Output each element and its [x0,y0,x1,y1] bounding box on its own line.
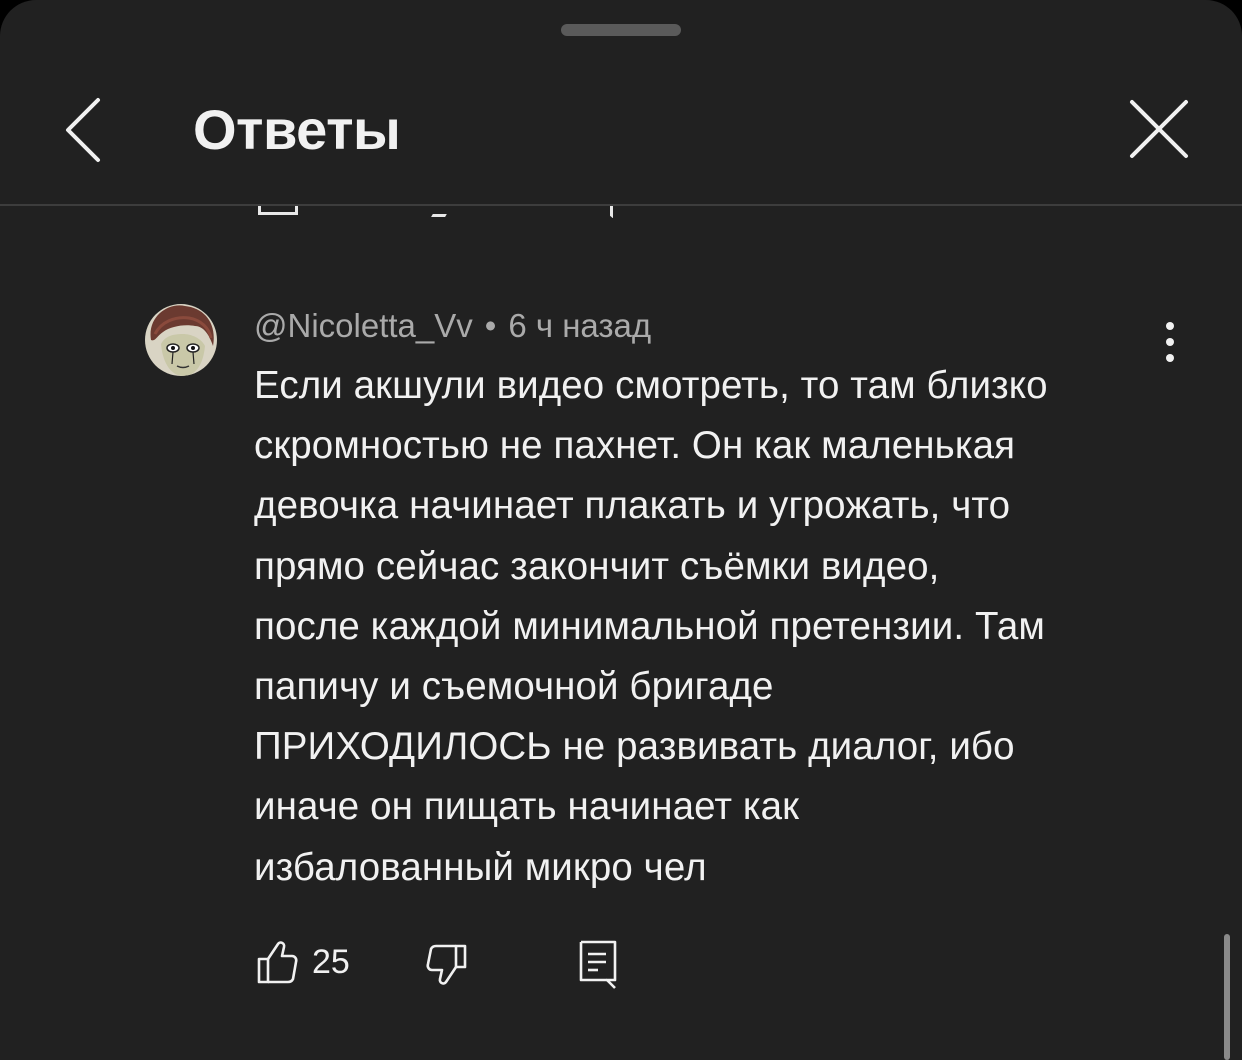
more-vertical-icon [1166,338,1174,346]
like-count: 25 [312,943,350,981]
partial-icon [598,206,613,218]
comment-meta: @Nicoletta_Vv • 6 ч назад [254,306,651,346]
comment-body: Если акшули видео смотреть, то там близк… [254,364,1048,889]
like-button[interactable] [254,936,302,990]
scrollbar[interactable] [1224,934,1230,1060]
partial-icon [258,206,298,215]
close-button[interactable] [1122,92,1196,166]
dislike-button[interactable] [422,936,470,990]
scrolled-action-row [0,206,1242,218]
chevron-left-icon [66,98,100,162]
thumbs-up-icon [257,941,298,984]
avatar-image [145,304,217,376]
page-title: Ответы [193,98,401,161]
drag-handle[interactable] [561,24,681,36]
back-button[interactable] [52,90,122,170]
reply-button[interactable] [574,936,622,990]
replies-panel: Ответы @Nicoletta_Vv • 6 ч назад Если ак… [0,0,1242,1060]
more-vertical-icon [1166,322,1174,330]
comment-author[interactable]: @Nicoletta_Vv [254,307,473,344]
partial-icon [431,206,455,217]
comment-timestamp: 6 ч назад [508,307,652,344]
avatar[interactable] [145,304,217,376]
meta-separator: • [484,307,497,344]
reply-icon [579,940,617,989]
close-icon [1130,100,1188,158]
thumbs-down-icon [426,944,467,985]
